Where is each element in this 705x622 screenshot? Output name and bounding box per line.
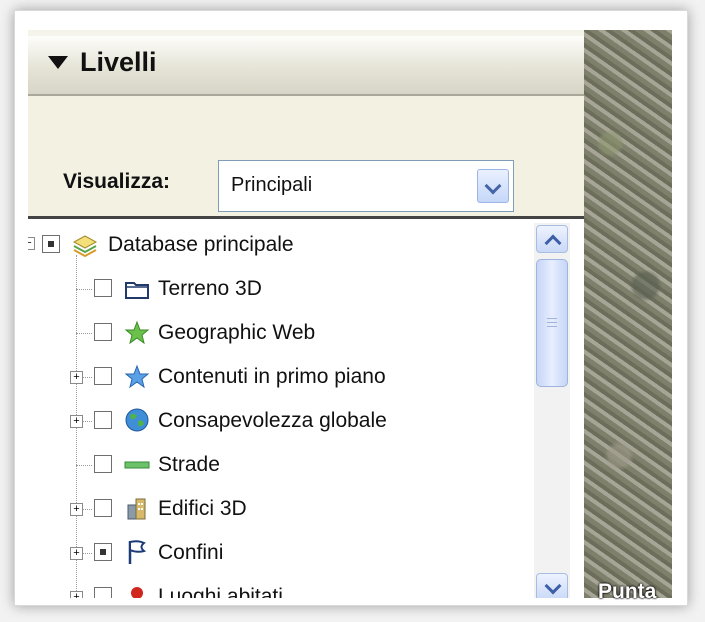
layer-checkbox[interactable]	[94, 367, 112, 385]
collapse-toggle-icon[interactable]: −	[28, 237, 35, 250]
tree-scrollbar[interactable]	[534, 223, 570, 598]
tree-item-luoghi-abitati[interactable]: + Luoghi abitati	[28, 575, 528, 598]
panel-title: Livelli	[80, 47, 157, 77]
tree-item-label: Geographic Web	[158, 321, 316, 344]
layers-panel-header[interactable]: Livelli	[28, 36, 584, 96]
border-flag-icon	[128, 540, 147, 564]
tree-item-terreno-3d[interactable]: Terreno 3D	[28, 267, 528, 311]
view-select[interactable]: Principali	[218, 160, 514, 212]
tree-item-contenuti-primo-piano[interactable]: + Contenuti in primo piano	[28, 355, 528, 399]
view-select-value: Principali	[231, 174, 313, 196]
scroll-up-icon[interactable]	[536, 225, 568, 253]
expand-toggle-icon[interactable]: +	[70, 415, 83, 428]
globe-icon	[125, 408, 149, 432]
layer-checkbox[interactable]	[94, 587, 112, 598]
blue-star-icon	[124, 364, 150, 389]
layers-panel: Livelli Visualizza: Principali − Databas…	[28, 30, 586, 598]
tree-item-label: Luoghi abitati	[158, 585, 283, 598]
tree-item-strade[interactable]: Strade	[28, 443, 528, 487]
expand-toggle-icon[interactable]: +	[70, 547, 83, 560]
pin-icon	[131, 587, 143, 598]
tree-item-label: Terreno 3D	[158, 277, 262, 300]
tree-item-label: Contenuti in primo piano	[158, 365, 386, 388]
folder-icon	[125, 282, 149, 299]
tree-item-geographic-web[interactable]: Geographic Web	[28, 311, 528, 355]
tree-item-label: Edifici 3D	[158, 497, 247, 520]
buildings-icon	[127, 498, 146, 520]
tree-item-consapevolezza-globale[interactable]: + Consapevolezza globale	[28, 399, 528, 443]
tree-item-label: Confini	[158, 541, 224, 564]
chevron-down-icon[interactable]	[477, 169, 509, 203]
layers-tree: − Database principale Terreno 3D	[28, 216, 584, 598]
tree-item-database-principale[interactable]: − Database principale	[28, 223, 528, 267]
tree-item-label: Consapevolezza globale	[158, 409, 387, 432]
tree-item-edifici-3d[interactable]: + Edifici 3D	[28, 487, 528, 531]
scrollbar-thumb[interactable]	[536, 259, 568, 387]
expand-toggle-icon[interactable]: +	[70, 503, 83, 516]
scroll-down-icon[interactable]	[536, 573, 568, 598]
layer-checkbox[interactable]	[94, 279, 112, 297]
map-place-label: Punta	[598, 580, 657, 603]
layer-checkbox[interactable]	[94, 323, 112, 341]
layers-icon	[72, 235, 98, 258]
layer-checkbox[interactable]	[42, 235, 60, 253]
layer-checkbox[interactable]	[94, 499, 112, 517]
road-icon	[124, 461, 150, 469]
tree-item-confini[interactable]: + Confini	[28, 531, 528, 575]
visualizza-label: Visualizza:	[63, 170, 170, 193]
layer-checkbox[interactable]	[94, 455, 112, 473]
expand-toggle-icon[interactable]: +	[70, 371, 83, 384]
layer-checkbox[interactable]	[94, 411, 112, 429]
tree-item-label: Strade	[158, 453, 220, 476]
map-view[interactable]	[584, 30, 672, 598]
layer-checkbox[interactable]	[94, 543, 112, 561]
expand-toggle-icon[interactable]: +	[70, 591, 83, 598]
tree-item-label: Database principale	[108, 233, 294, 256]
green-star-icon	[124, 320, 150, 345]
view-row: Visualizza: Principali	[28, 96, 584, 216]
collapse-arrow-icon[interactable]	[48, 56, 68, 69]
